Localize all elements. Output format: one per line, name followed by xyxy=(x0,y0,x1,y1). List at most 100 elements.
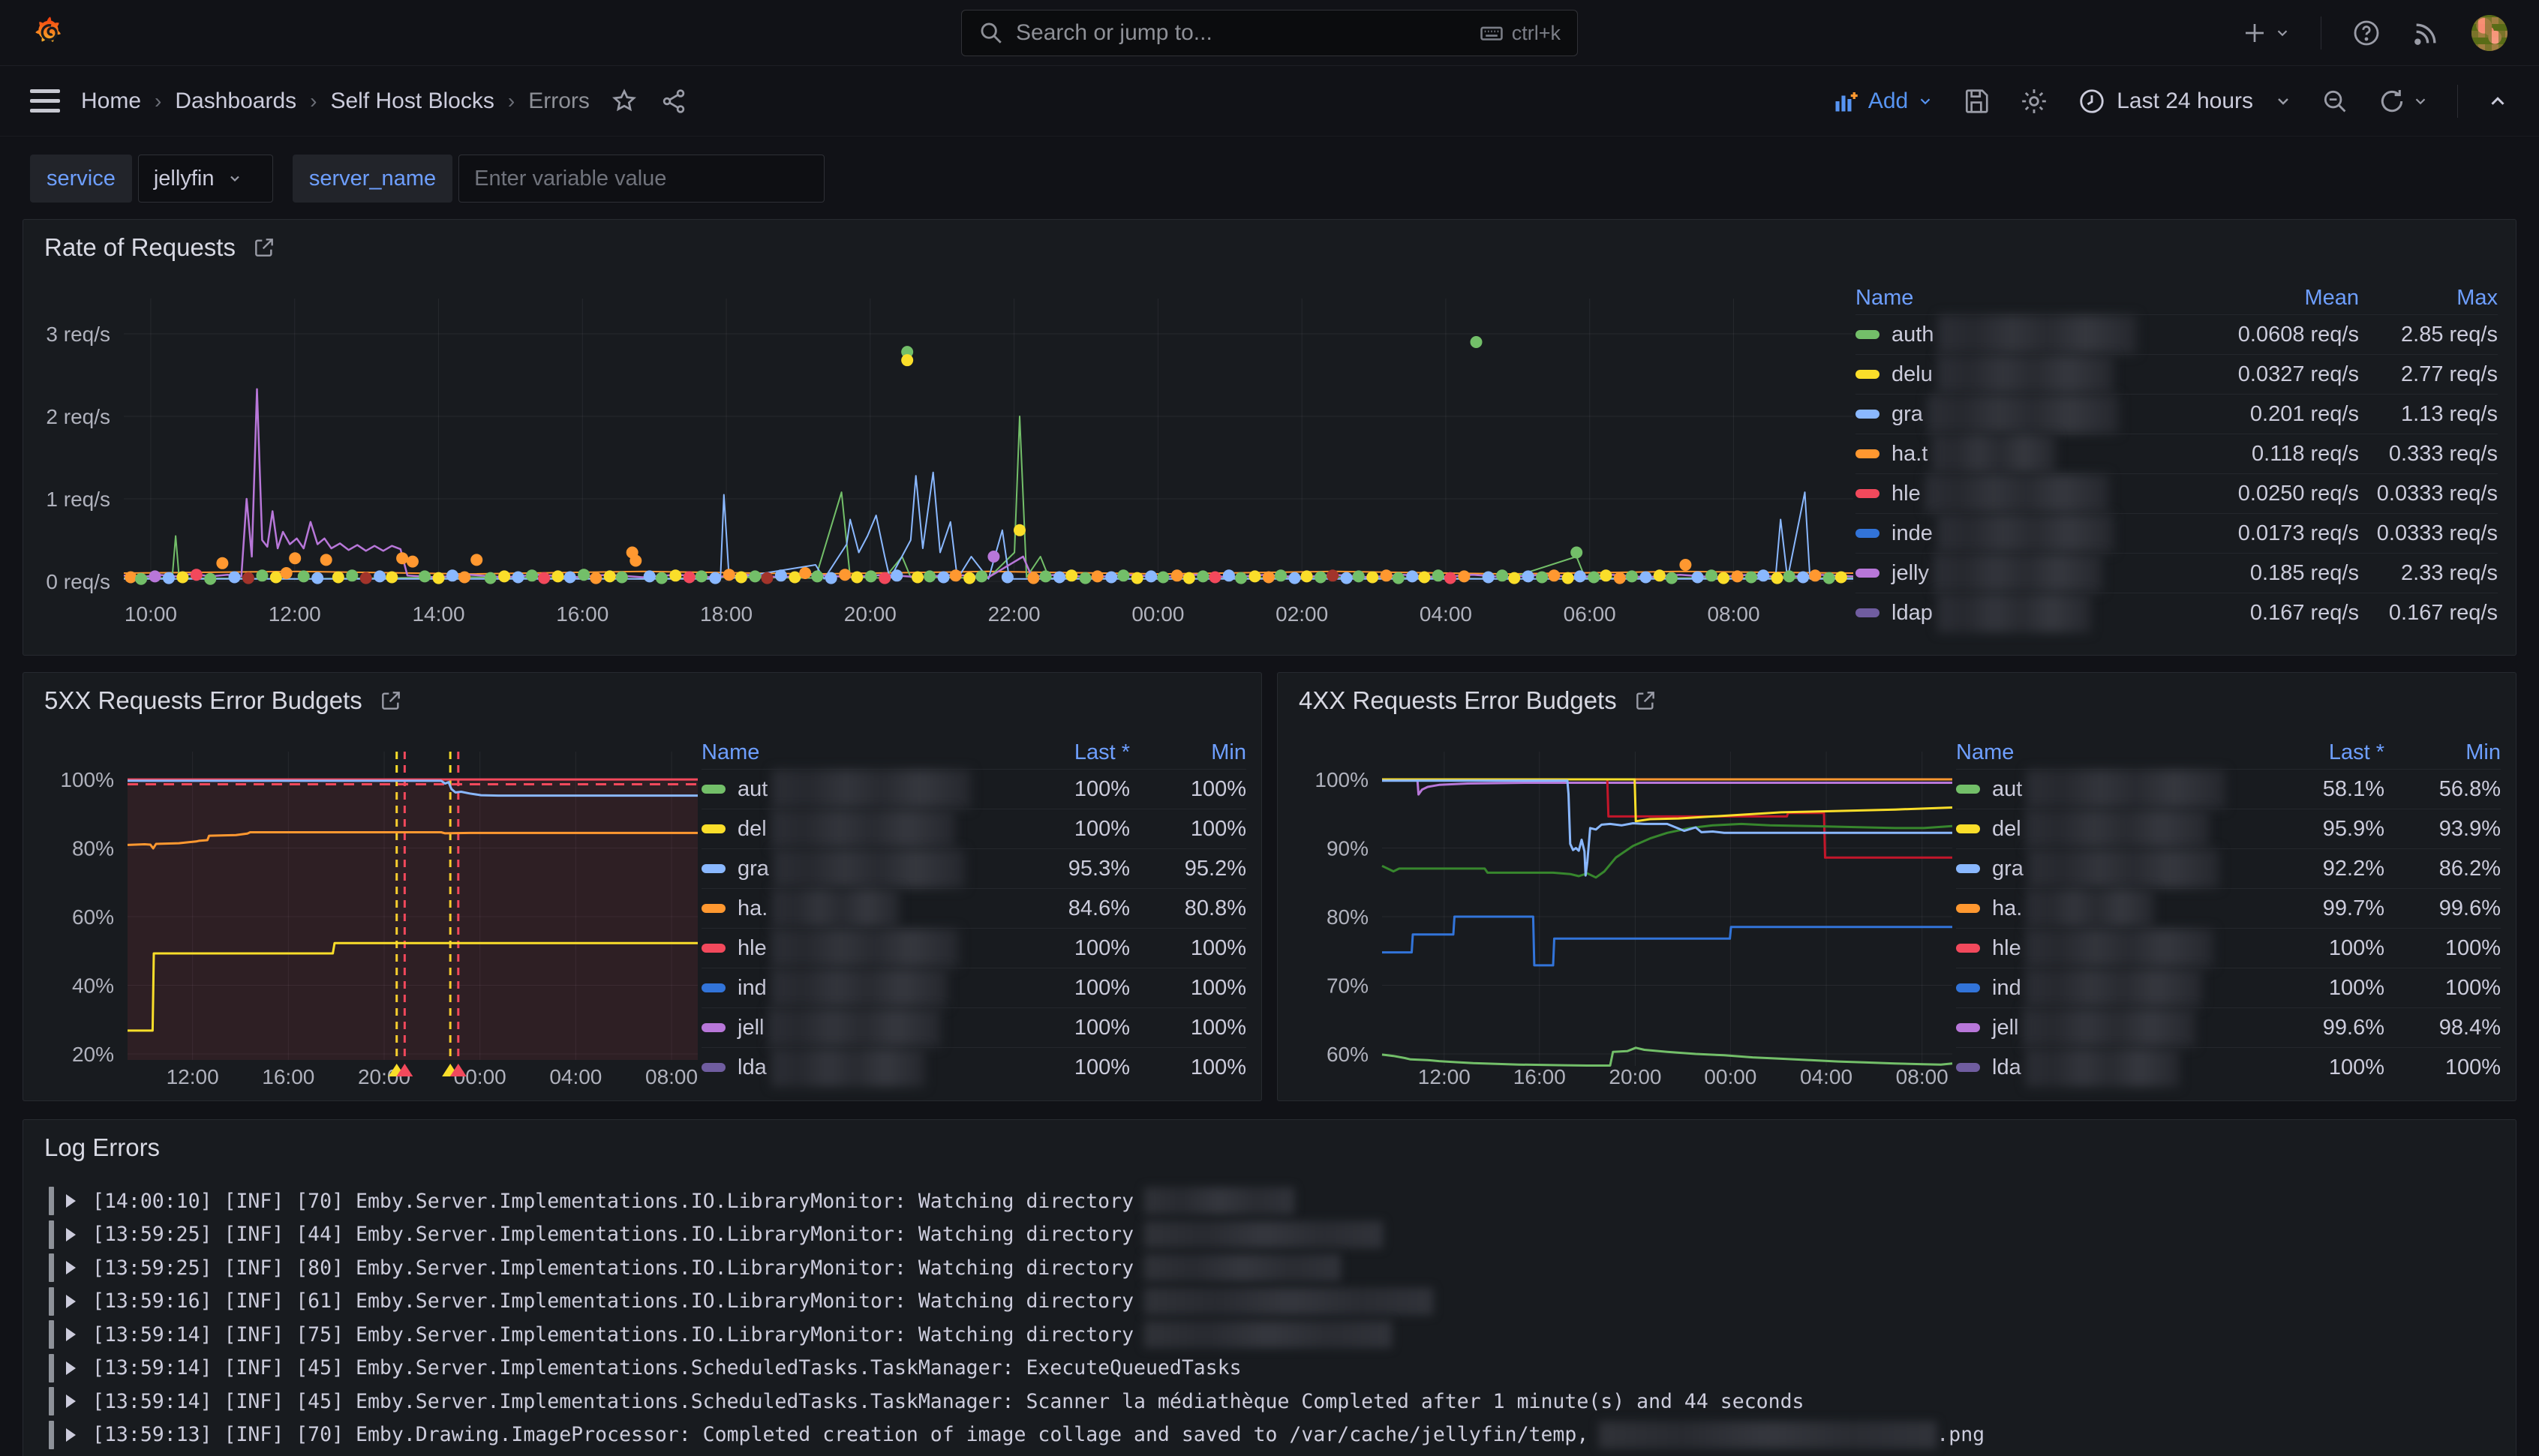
series-color-chip xyxy=(1956,824,1980,833)
legend-header-last[interactable]: Last * xyxy=(2246,740,2384,765)
grafana-logo[interactable] xyxy=(32,14,69,52)
add-panel-button[interactable]: Add xyxy=(1832,88,1934,115)
svg-text:12:00: 12:00 xyxy=(269,602,321,626)
breadcrumb-item-home[interactable]: Home xyxy=(81,89,141,114)
expand-chevron-icon[interactable] xyxy=(66,1228,76,1241)
expand-chevron-icon[interactable] xyxy=(66,1361,76,1375)
user-avatar[interactable] xyxy=(2471,15,2507,51)
external-link-icon[interactable] xyxy=(379,689,403,713)
log-line[interactable]: [13:59:13] [INF] [70] Emby.Drawing.Image… xyxy=(49,1418,2493,1452)
dashboard-settings-gear-icon[interactable] xyxy=(2019,86,2049,116)
time-series-chart-4xx: 12:0016:0020:0000:0004:0008:00100%90%80%… xyxy=(1296,733,1956,1093)
legend-header-name[interactable]: Name xyxy=(1956,740,2246,765)
legend-row[interactable]: del100%100% xyxy=(702,809,1246,848)
redacted-series-name xyxy=(2026,968,2202,1007)
legend-row[interactable]: ha.99.7%99.6% xyxy=(1956,888,2501,928)
shortcut-label: ctrl+k xyxy=(1512,22,1561,45)
legend-row[interactable]: hle100%100% xyxy=(702,928,1246,968)
legend-row[interactable]: jell99.6%98.4% xyxy=(1956,1007,2501,1047)
log-line[interactable]: [14:00:10] [INF] [70] Emby.Server.Implem… xyxy=(49,1184,2493,1218)
legend-row[interactable]: ind100%100% xyxy=(1956,968,2501,1007)
legend-header-min[interactable]: Min xyxy=(2384,740,2501,765)
search-input[interactable] xyxy=(1016,20,1479,46)
new-menu-button[interactable] xyxy=(2241,20,2291,47)
legend-value-2: 93.9% xyxy=(2384,817,2501,842)
legend-value-2: 86.2% xyxy=(2384,857,2501,881)
collapse-chevron-up-icon[interactable] xyxy=(2486,90,2509,113)
log-line[interactable]: [13:59:14] [INF] [45] Emby.Server.Implem… xyxy=(49,1385,2493,1418)
legend-header-name[interactable]: Name xyxy=(702,740,991,765)
svg-text:22:00: 22:00 xyxy=(988,602,1041,626)
legend-row[interactable]: del95.9%93.9% xyxy=(1956,809,2501,848)
external-link-icon[interactable] xyxy=(1633,689,1657,713)
log-line[interactable]: [13:59:14] [INF] [45] Emby.Server.Implem… xyxy=(49,1352,2493,1385)
legend-header-mean[interactable]: Mean xyxy=(2198,286,2359,311)
variable-server-name-label: server_name xyxy=(293,155,452,203)
log-line[interactable]: [13:59:25] [INF] [80] Emby.Server.Implem… xyxy=(49,1251,2493,1285)
variable-server-name-input[interactable] xyxy=(458,155,825,203)
legend-row[interactable]: inde0.0173 req/s0.0333 req/s xyxy=(1855,513,2498,553)
legend-value-1: 58.1% xyxy=(2246,777,2384,802)
expand-chevron-icon[interactable] xyxy=(66,1394,76,1408)
legend-row[interactable]: aut100%100% xyxy=(702,769,1246,809)
save-dashboard-icon[interactable] xyxy=(1962,87,1991,116)
legend-row[interactable]: auth0.0608 req/s2.85 req/s xyxy=(1855,314,2498,354)
expand-chevron-icon[interactable] xyxy=(66,1194,76,1208)
log-line[interactable]: [13:59:25] [INF] [44] Emby.Server.Implem… xyxy=(49,1218,2493,1252)
expand-chevron-icon[interactable] xyxy=(66,1295,76,1308)
favorite-star-icon[interactable] xyxy=(611,88,638,115)
top-navigation: ctrl+k xyxy=(0,0,2539,66)
legend-row[interactable]: delu0.0327 req/s2.77 req/s xyxy=(1855,354,2498,394)
panel-title-4xx[interactable]: 4XX Requests Error Budgets xyxy=(1299,686,1657,715)
svg-text:12:00: 12:00 xyxy=(167,1065,219,1088)
legend-row[interactable]: lda100%100% xyxy=(702,1047,1246,1087)
variable-service-dropdown[interactable]: jellyfin xyxy=(138,155,273,203)
legend-row[interactable]: gra95.3%95.2% xyxy=(702,848,1246,888)
breadcrumb-item-self-host-blocks[interactable]: Self Host Blocks xyxy=(330,89,494,114)
panel-title-logs[interactable]: Log Errors xyxy=(44,1133,160,1162)
log-line[interactable]: [13:59:16] [INF] [61] Emby.Server.Implem… xyxy=(49,1285,2493,1319)
svg-text:90%: 90% xyxy=(1327,836,1369,860)
zoom-out-icon[interactable] xyxy=(2321,87,2349,116)
legend-row[interactable]: ha.t0.118 req/s0.333 req/s xyxy=(1855,434,2498,473)
panel-title-5xx[interactable]: 5XX Requests Error Budgets xyxy=(44,686,403,715)
legend-row[interactable]: ldap0.167 req/s0.167 req/s xyxy=(1855,593,2498,632)
external-link-icon[interactable] xyxy=(252,236,276,260)
legend-row[interactable]: jell100%100% xyxy=(702,1007,1246,1047)
legend-row[interactable]: jelly0.185 req/s2.33 req/s xyxy=(1855,553,2498,593)
expand-chevron-icon[interactable] xyxy=(66,1428,76,1442)
legend-header-min[interactable]: Min xyxy=(1130,740,1246,765)
legend-value-2: 2.33 req/s xyxy=(2359,561,2498,586)
legend-row[interactable]: ind100%100% xyxy=(702,968,1246,1007)
legend-row[interactable]: aut58.1%56.8% xyxy=(1956,769,2501,809)
legend-header-name[interactable]: Name xyxy=(1855,286,2198,311)
panel-title-rate[interactable]: Rate of Requests xyxy=(44,233,276,262)
news-rss-button[interactable] xyxy=(2411,18,2441,48)
legend-row[interactable]: gra0.201 req/s1.13 req/s xyxy=(1855,394,2498,434)
breadcrumb-item-dashboards[interactable]: Dashboards xyxy=(175,89,296,114)
redacted-series-name xyxy=(2026,809,2210,848)
series-name-prefix: aut xyxy=(1992,777,2022,802)
expand-chevron-icon[interactable] xyxy=(66,1328,76,1341)
help-button[interactable] xyxy=(2351,18,2381,48)
legend-row[interactable]: hle0.0250 req/s0.0333 req/s xyxy=(1855,473,2498,513)
expand-chevron-icon[interactable] xyxy=(66,1261,76,1274)
legend-row[interactable]: ha.84.6%80.8% xyxy=(702,888,1246,928)
legend-value-1: 100% xyxy=(991,976,1130,1001)
legend-row[interactable]: hle100%100% xyxy=(1956,928,2501,968)
redacted-series-name xyxy=(771,968,948,1007)
refresh-button[interactable] xyxy=(2378,87,2429,116)
share-icon[interactable] xyxy=(660,88,687,115)
time-range-picker[interactable]: Last 24 hours xyxy=(2078,87,2292,116)
legend-value-1: 0.0173 req/s xyxy=(2198,521,2359,546)
log-line[interactable]: [13:59:14] [INF] [75] Emby.Server.Implem… xyxy=(49,1318,2493,1352)
legend-row[interactable]: gra92.2%86.2% xyxy=(1956,848,2501,888)
menu-toggle-icon[interactable] xyxy=(30,89,60,113)
legend-header-max[interactable]: Max xyxy=(2359,286,2498,311)
legend-header-last[interactable]: Last * xyxy=(991,740,1130,765)
chevron-down-icon xyxy=(2274,92,2292,110)
panel-title-text: Rate of Requests xyxy=(44,233,236,262)
legend-row[interactable]: lda100%100% xyxy=(1956,1047,2501,1087)
search-bar[interactable]: ctrl+k xyxy=(961,10,1578,56)
breadcrumb-separator: › xyxy=(310,89,317,113)
